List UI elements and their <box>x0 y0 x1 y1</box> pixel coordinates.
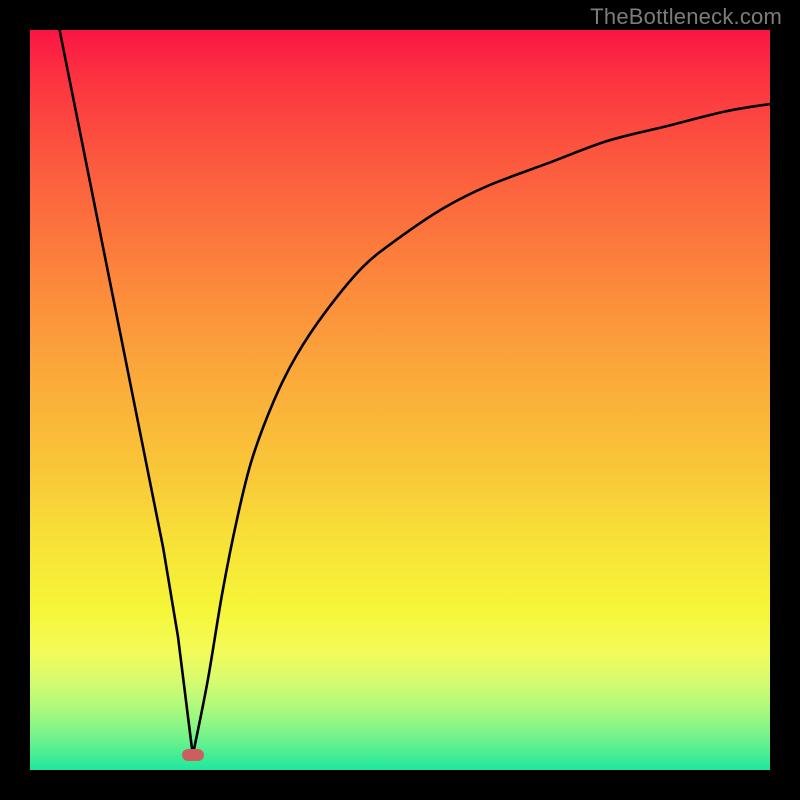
curve-left-branch <box>60 30 193 755</box>
bottleneck-curve <box>30 30 770 770</box>
chart-frame: TheBottleneck.com <box>0 0 800 800</box>
minimum-marker <box>182 749 204 761</box>
watermark-text: TheBottleneck.com <box>590 4 782 30</box>
curve-right-branch <box>193 104 770 755</box>
plot-area <box>30 30 770 770</box>
